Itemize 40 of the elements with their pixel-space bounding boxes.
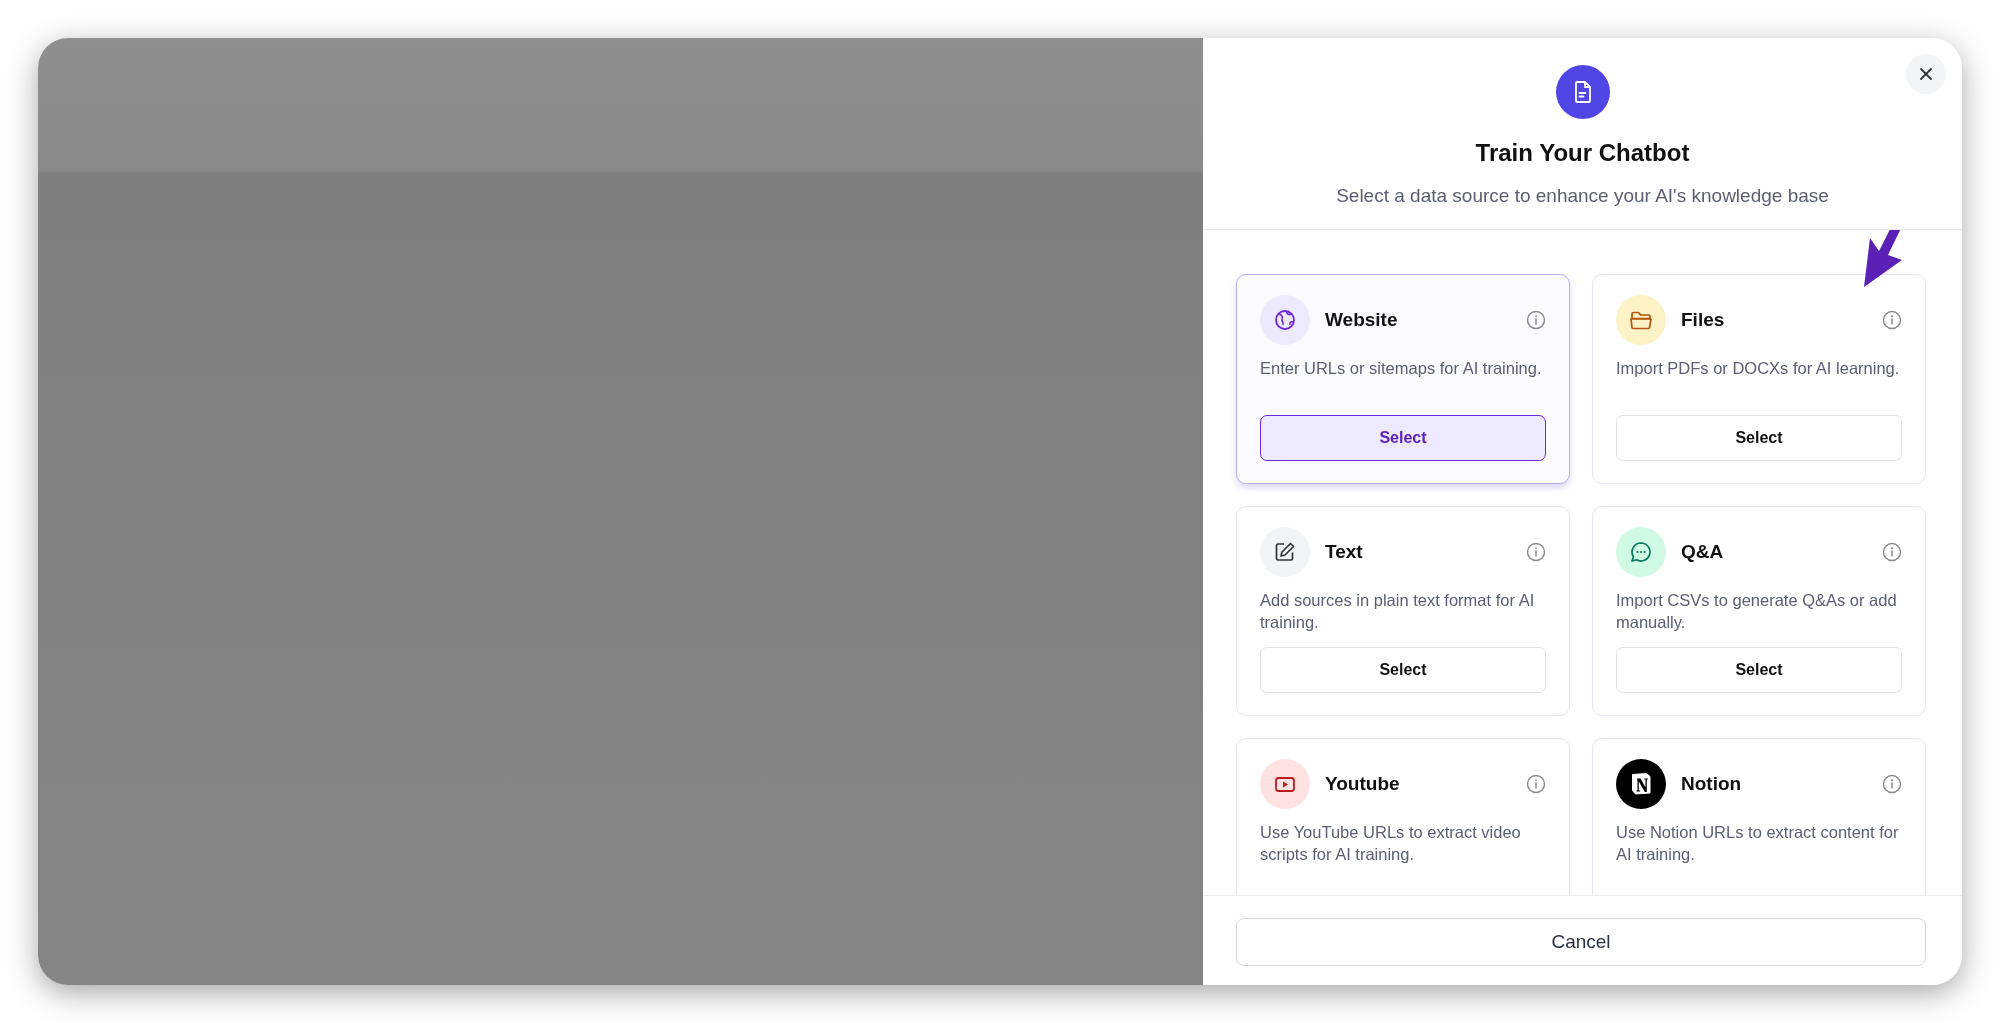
source-title: Files — [1681, 309, 1726, 331]
folder-icon — [1616, 295, 1666, 345]
source-description: Use YouTube URLs to extract video scripts for AI training. — [1260, 822, 1522, 865]
info-icon[interactable] — [1882, 542, 1902, 562]
source-description: Use Notion URLs to extract content for AI training. — [1616, 822, 1900, 865]
dialog-title: Train Your Chatbot — [1475, 139, 1690, 167]
source-title: Q&A — [1681, 541, 1725, 563]
cancel-button[interactable]: Cancel — [1236, 918, 1926, 966]
select-button[interactable]: Select — [1616, 415, 1902, 461]
info-icon[interactable] — [1526, 542, 1546, 562]
source-title: Text — [1325, 541, 1364, 563]
info-icon[interactable] — [1526, 310, 1546, 330]
globe-icon — [1260, 295, 1310, 345]
select-button[interactable]: Select — [1260, 647, 1546, 693]
info-icon[interactable] — [1882, 310, 1902, 330]
source-title: Youtube — [1325, 773, 1401, 795]
select-button[interactable]: Select — [1616, 647, 1902, 693]
dialog-subtitle: Select a data source to enhance your AI's knowledge base — [1336, 185, 1829, 207]
play-button-icon — [1260, 759, 1310, 809]
source-description: Add sources in plain text format for AI training. — [1260, 590, 1536, 633]
select-button[interactable]: Select — [1260, 415, 1546, 461]
source-card[interactable]: Q&A Import CSVs to generate Q&As or add manually. Select — [1592, 506, 1926, 716]
notion-n-icon — [1616, 759, 1666, 809]
source-title: Notion — [1681, 773, 1743, 795]
source-card[interactable]: Youtube Use YouTube URLs to extract video scripts for AI training. — [1236, 738, 1570, 895]
close-button[interactable] — [1906, 54, 1946, 94]
close-icon — [1918, 66, 1934, 82]
source-title: Website — [1325, 309, 1399, 331]
chat-bubble-icon — [1616, 527, 1666, 577]
document-icon — [1555, 65, 1610, 119]
source-description: Enter URLs or sitemaps for AI training. — [1260, 358, 1543, 379]
source-card[interactable]: Text Add sources in plain text format for AI training. Select — [1236, 506, 1570, 716]
info-icon[interactable] — [1526, 774, 1546, 794]
info-icon[interactable] — [1882, 774, 1902, 794]
source-description: Import CSVs to generate Q&As or add manually. — [1616, 590, 1898, 633]
source-card[interactable]: Notion Use Notion URLs to extract content for AI training. — [1592, 738, 1926, 895]
source-card[interactable]: Files Import PDFs or DOCXs for AI learning. Select — [1592, 274, 1926, 484]
source-card[interactable]: Website Enter URLs or sitemaps for AI training. Select — [1236, 274, 1570, 484]
source-description: Import PDFs or DOCXs for AI learning. — [1616, 358, 1901, 379]
pencil-icon — [1260, 527, 1310, 577]
